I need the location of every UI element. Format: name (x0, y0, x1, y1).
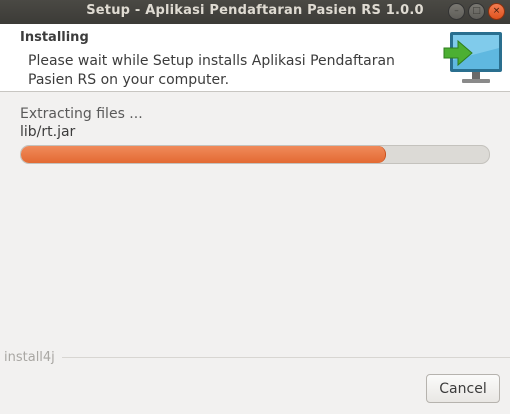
page-title: Installing (20, 30, 89, 45)
monitor-install-icon (443, 32, 502, 83)
maximize-icon: □ (472, 6, 481, 16)
progress-bar (20, 145, 490, 164)
minimize-button[interactable]: – (448, 3, 465, 20)
minimize-icon: – (454, 6, 459, 16)
progress-bar-fill (21, 146, 387, 163)
installer-header: Installing Please wait while Setup insta… (0, 24, 510, 92)
page-description: Please wait while Setup installs Aplikas… (28, 53, 395, 88)
window-title: Setup - Aplikasi Pendaftaran Pasien RS 1… (86, 3, 424, 18)
close-icon: × (492, 6, 501, 16)
current-file-text: lib/rt.jar (20, 124, 76, 140)
close-button[interactable]: × (488, 3, 505, 20)
status-text: Extracting files ... (20, 106, 143, 122)
cancel-button[interactable]: Cancel (426, 374, 500, 403)
footer-divider (62, 357, 510, 358)
brand-label: install4j (4, 350, 59, 365)
maximize-button[interactable]: □ (468, 3, 485, 20)
title-bar: Setup - Aplikasi Pendaftaran Pasien RS 1… (0, 0, 510, 24)
